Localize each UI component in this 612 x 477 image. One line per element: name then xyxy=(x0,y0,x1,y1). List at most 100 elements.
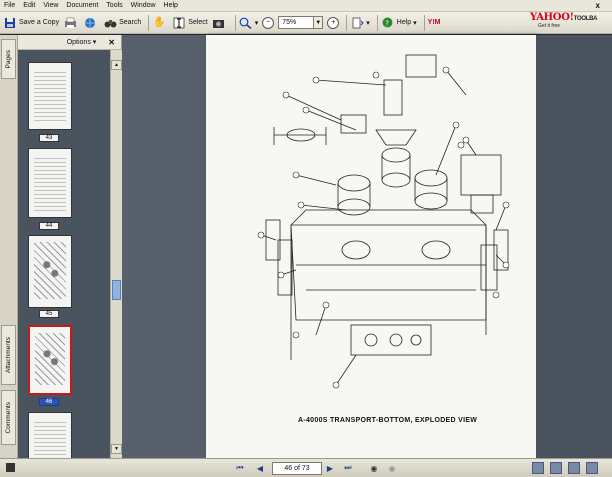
next-page-button[interactable]: ▶ xyxy=(324,462,336,474)
first-page-button[interactable]: ⏮ xyxy=(234,462,246,474)
scroll-down-arrow-icon[interactable]: ▼ xyxy=(111,444,122,454)
page-thumbnail[interactable] xyxy=(28,62,72,130)
page-thumbnail[interactable] xyxy=(28,235,72,308)
binoculars-icon xyxy=(103,16,117,30)
save-copy-button[interactable]: Save a Copy xyxy=(3,14,59,32)
exploded-view-drawing xyxy=(257,54,510,389)
page-number-field[interactable]: 46 of 73 xyxy=(272,462,322,475)
help-button[interactable]: ? Help ▾ xyxy=(381,14,417,32)
document-view[interactable]: A-4000S TRANSPORT-BOTTOM, EXPLODED VIEW xyxy=(122,35,612,458)
previous-page-button[interactable]: ◀ xyxy=(254,462,266,474)
chevron-down-icon: ▾ xyxy=(254,19,259,27)
yahoo-messenger-button[interactable]: Y!M xyxy=(428,14,441,32)
yahoo-logo: YAHOO!TOOLBA xyxy=(530,12,597,23)
menu-file[interactable]: File xyxy=(4,2,15,9)
scroll-up-arrow-icon[interactable]: ▲ xyxy=(111,60,122,70)
menu-edit[interactable]: Edit xyxy=(23,2,35,9)
select-tool-button[interactable]: Select xyxy=(172,14,208,32)
snapshot-button[interactable] xyxy=(212,14,228,32)
help-label: Help xyxy=(396,19,412,26)
zoom-out-button[interactable]: − xyxy=(262,14,275,32)
acrobat-reader-window: File Edit View Document Tools Window Hel… xyxy=(0,0,612,477)
get-it-free-link[interactable]: Get it free xyxy=(538,23,560,29)
thumbnail-content xyxy=(34,242,66,299)
document-background-right xyxy=(536,35,612,458)
drawing-caption: A-4000S TRANSPORT-BOTTOM, EXPLODED VIEW xyxy=(298,417,478,424)
minus-icon: − xyxy=(262,16,275,29)
last-page-button[interactable]: ⏭ xyxy=(342,462,354,474)
menu-help[interactable]: Help xyxy=(164,2,178,9)
close-panel-icon[interactable]: ✕ xyxy=(108,38,115,47)
toolbar-separator xyxy=(234,14,236,31)
facing-view-icon[interactable] xyxy=(568,462,580,474)
tab-pages[interactable]: Pages xyxy=(1,39,16,79)
camera-icon xyxy=(212,16,226,30)
tab-attachments[interactable]: Attachments xyxy=(1,325,16,385)
zoom-in-button[interactable]: + xyxy=(327,14,340,32)
email-button[interactable] xyxy=(83,14,99,32)
chevron-down-icon: ▾ xyxy=(411,19,417,27)
plus-icon: + xyxy=(327,16,340,29)
menu-window[interactable]: Window xyxy=(131,2,156,9)
printer-icon xyxy=(63,16,77,30)
page-thumbnail-number: 43 xyxy=(39,134,59,142)
page-rotate-icon xyxy=(350,16,364,30)
page-thumbnail[interactable] xyxy=(28,412,72,458)
continuous-view-icon[interactable] xyxy=(550,462,562,474)
menu-view[interactable]: View xyxy=(43,2,58,9)
single-page-view-icon[interactable] xyxy=(532,462,544,474)
page-thumbnail-number: 44 xyxy=(39,222,59,230)
print-button[interactable] xyxy=(63,14,79,32)
chevron-down-icon[interactable]: ▼ xyxy=(314,16,324,29)
rotate-view-button[interactable]: ▾ xyxy=(350,14,370,32)
pages-panel-header: Options ▾ ✕ xyxy=(18,35,121,50)
status-corner-icon xyxy=(6,463,15,472)
yahoo-toolbar-text: TOOLBA xyxy=(573,15,598,22)
zoom-tool-button[interactable]: ▾ xyxy=(239,14,259,32)
chevron-down-icon: ▾ xyxy=(366,19,370,27)
thumbnail-content xyxy=(34,155,66,211)
hand-tool-button[interactable]: ✋ xyxy=(152,14,168,32)
menu-bar: File Edit View Document Tools Window Hel… xyxy=(0,0,612,12)
toolbar: Save a Copy Search ✋ Select ▾ − 75% ▼ + … xyxy=(0,12,612,34)
hand-icon: ✋ xyxy=(153,17,166,28)
thumbnail-content xyxy=(34,69,66,123)
page-thumbnail-number-selected: 46 xyxy=(39,398,59,406)
scrollbar-thumb[interactable] xyxy=(112,280,121,300)
yahoo-logo-text: YAHOO! xyxy=(530,11,574,23)
toolbar-separator xyxy=(376,14,378,31)
toolbar-separator xyxy=(346,14,348,31)
page-thumbnail-selected[interactable] xyxy=(28,325,72,395)
go-back-button[interactable]: ◉ xyxy=(368,462,380,474)
globe-email-icon xyxy=(83,16,97,30)
text-cursor-icon xyxy=(172,16,186,30)
tab-comments[interactable]: Comments xyxy=(1,390,16,445)
options-menu-button[interactable]: Options ▾ xyxy=(67,38,97,46)
yahoo-messenger-label: Y!M xyxy=(427,19,441,26)
go-forward-button[interactable]: ◉ xyxy=(386,462,398,474)
zoom-value-field[interactable]: 75% xyxy=(278,16,315,29)
continuous-facing-view-icon[interactable] xyxy=(586,462,598,474)
tab-attachments-label: Attachments xyxy=(5,336,12,374)
toolbar-separator xyxy=(148,14,150,31)
thumbnail-content xyxy=(35,333,65,385)
zoom-select[interactable]: 75% ▼ xyxy=(278,14,324,32)
menu-document[interactable]: Document xyxy=(66,2,98,9)
thumbnail-list: 43 44 45 46 xyxy=(18,50,110,458)
thumbnail-scrollbar[interactable]: ▲ ▼ xyxy=(110,50,122,458)
pdf-page[interactable]: A-4000S TRANSPORT-BOTTOM, EXPLODED VIEW xyxy=(206,35,536,458)
status-bar: ⏮ ◀ 46 of 73 ▶ ⏭ ◉ ◉ xyxy=(0,458,612,477)
yahoo-toolbar-promo[interactable]: YAHOO!TOOLBA Get it free xyxy=(530,8,608,32)
menu-tools[interactable]: Tools xyxy=(106,2,122,9)
save-copy-label: Save a Copy xyxy=(19,19,60,26)
magnifier-icon xyxy=(239,16,253,30)
tab-pages-label: Pages xyxy=(5,49,12,69)
select-label: Select xyxy=(188,19,208,26)
search-label: Search xyxy=(119,19,142,26)
pages-panel: Options ▾ ✕ 43 44 45 46 ▲ ▼ xyxy=(18,35,122,458)
search-button[interactable]: Search xyxy=(103,14,141,32)
help-circle-icon: ? xyxy=(381,16,395,30)
toolbar-separator xyxy=(423,14,425,31)
thumbnail-content xyxy=(34,419,66,458)
page-thumbnail[interactable] xyxy=(28,148,72,218)
